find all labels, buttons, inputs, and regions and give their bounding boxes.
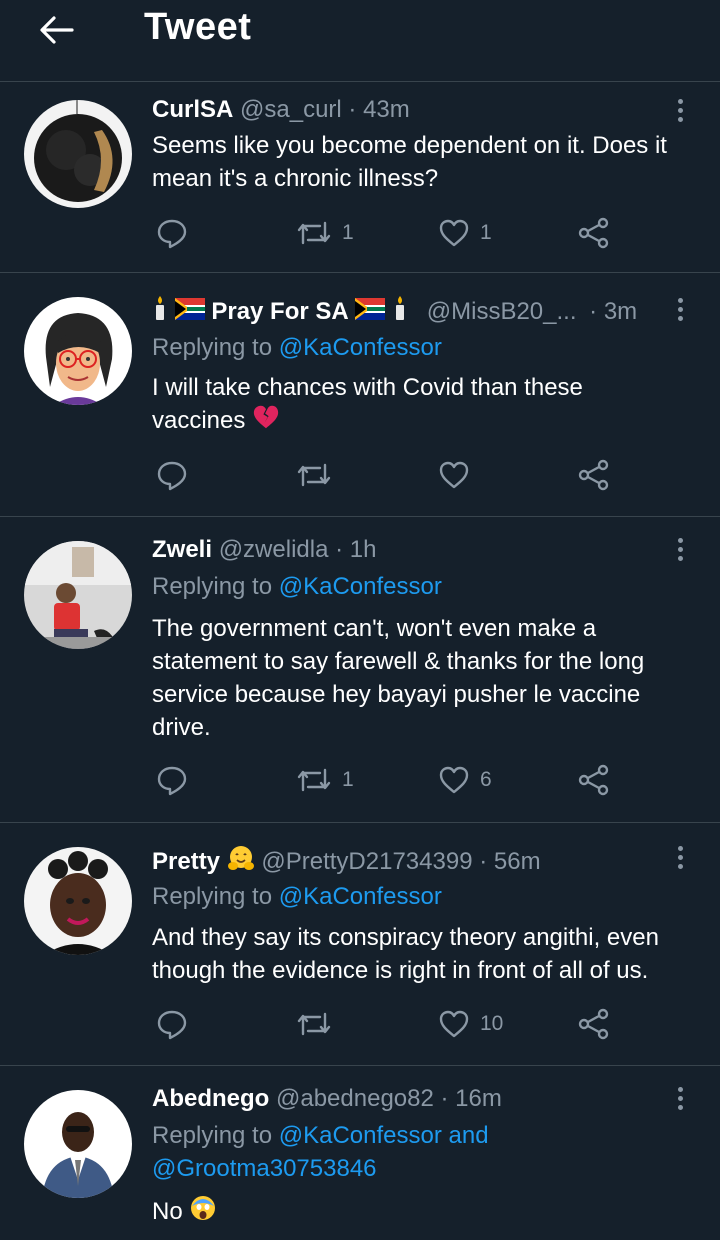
more-options-button[interactable] (668, 1082, 692, 1114)
retweet-icon (297, 221, 331, 245)
retweet-button[interactable]: 1 (296, 760, 354, 800)
heart-icon (439, 766, 469, 794)
reply-button[interactable] (156, 1004, 188, 1044)
reply-mention-link[interactable]: @KaConfessor and (279, 1122, 489, 1149)
share-button[interactable] (578, 760, 610, 800)
top-bar: Tweet (0, 0, 720, 82)
avatar[interactable] (24, 297, 132, 405)
tweet-item[interactable]: Pretty @PrettyD21734399 · 56m Replying t… (0, 823, 720, 1066)
like-count: 10 (480, 1012, 504, 1035)
like-button[interactable]: 1 (438, 213, 492, 253)
more-options-button[interactable] (668, 841, 692, 873)
tweet-actions (152, 455, 632, 495)
retweet-button[interactable] (296, 455, 342, 495)
like-button[interactable] (438, 455, 480, 495)
reply-bubble-icon (157, 461, 187, 491)
tweet-actions: 10 (152, 1004, 632, 1044)
retweet-button[interactable]: 1 (296, 213, 354, 253)
reply-mention-link[interactable]: @KaConfessor (279, 883, 442, 910)
user-handle[interactable]: @sa_curl (240, 96, 342, 123)
broken-heart-emoji (252, 404, 280, 439)
replying-label: Replying to (152, 1122, 273, 1149)
candle-emoji (152, 295, 168, 330)
share-button[interactable] (578, 455, 610, 495)
share-icon (578, 217, 609, 249)
reply-button[interactable] (156, 455, 188, 495)
user-handle[interactable]: @MissB20_... (427, 298, 577, 325)
like-button[interactable]: 6 (438, 760, 492, 800)
replying-label: Replying to (152, 883, 273, 910)
reply-mention-link[interactable]: @KaConfessor (279, 334, 442, 361)
arrow-left-icon (40, 16, 74, 44)
reply-button[interactable] (156, 760, 188, 800)
reply-bubble-icon (157, 219, 187, 249)
avatar[interactable] (24, 100, 132, 208)
page-title: Tweet (144, 6, 252, 48)
timestamp: · 43m (348, 96, 410, 123)
tweet-actions: 1 1 (152, 213, 632, 253)
retweet-button[interactable] (296, 1004, 342, 1044)
like-count: 1 (480, 221, 492, 244)
user-handle[interactable]: @PrettyD21734399 (261, 848, 472, 875)
tweet-text: The government can't, won't even make a … (152, 615, 645, 741)
reply-bubble-icon (157, 1010, 187, 1040)
hugging-face-emoji (227, 844, 255, 881)
display-name[interactable]: Pretty (152, 848, 220, 875)
retweet-icon (297, 463, 331, 487)
replying-label: Replying to (152, 334, 273, 361)
replying-label: Replying to (152, 573, 273, 600)
tweet-item[interactable]: Pray For SA @MissB20_... · 3m Replying t… (0, 273, 720, 517)
tweet-actions: 1 6 (152, 760, 632, 800)
avatar[interactable] (24, 847, 132, 955)
tweet-item[interactable]: Zweli @zwelidla · 1h Replying to @KaConf… (0, 517, 720, 823)
tweet-item[interactable]: Abednego @abednego82 · 16m Replying to @… (0, 1066, 720, 1240)
reply-bubble-icon (157, 766, 187, 796)
avatar[interactable] (24, 1090, 132, 1198)
timestamp: · 56m (479, 847, 541, 875)
retweet-count: 1 (342, 768, 354, 791)
display-name[interactable]: Pray For SA (211, 298, 348, 325)
timestamp: · 16m (440, 1085, 502, 1112)
timestamp: · 1h (335, 536, 377, 563)
tweet-text: Seems like you become dependent on it. D… (152, 132, 667, 192)
south-africa-flag-icon (355, 297, 386, 329)
user-handle[interactable]: @zwelidla (219, 536, 329, 563)
more-options-button[interactable] (668, 94, 692, 126)
candle-emoji (392, 295, 408, 330)
tweet-text: No (152, 1194, 692, 1231)
back-button[interactable] (36, 12, 76, 48)
heart-icon (439, 461, 469, 489)
reply-mention-link[interactable]: @Grootma30753846 (152, 1155, 377, 1182)
more-options-button[interactable] (668, 533, 692, 565)
screaming-face-emoji (189, 1194, 217, 1231)
share-button[interactable] (578, 1004, 610, 1044)
tweet-item[interactable]: CurlSA @sa_curl · 43m Seems like you bec… (0, 82, 720, 273)
tweet-text: I will take chances with Covid than thes… (152, 371, 692, 439)
retweet-icon (297, 768, 331, 792)
share-icon (578, 459, 609, 491)
share-icon (578, 764, 609, 796)
avatar[interactable] (24, 541, 132, 649)
retweet-icon (297, 1012, 331, 1036)
share-icon (578, 1008, 609, 1040)
reply-button[interactable] (156, 213, 188, 253)
retweet-count: 1 (342, 221, 354, 244)
display-name[interactable]: Zweli (152, 536, 212, 563)
heart-icon (439, 1010, 469, 1038)
heart-icon (439, 219, 469, 247)
more-options-button[interactable] (668, 293, 692, 325)
share-button[interactable] (578, 213, 610, 253)
reply-mention-link[interactable]: @KaConfessor (279, 573, 442, 600)
south-africa-flag-icon (174, 297, 205, 329)
user-handle[interactable]: @abednego82 (276, 1085, 434, 1112)
display-name[interactable]: CurlSA (152, 96, 233, 123)
like-button[interactable]: 10 (438, 1004, 503, 1044)
timestamp: · 3m (589, 297, 638, 325)
tweet-text: And they say its conspiracy theory angit… (152, 924, 659, 984)
like-count: 6 (480, 768, 492, 791)
display-name[interactable]: Abednego (152, 1085, 269, 1112)
